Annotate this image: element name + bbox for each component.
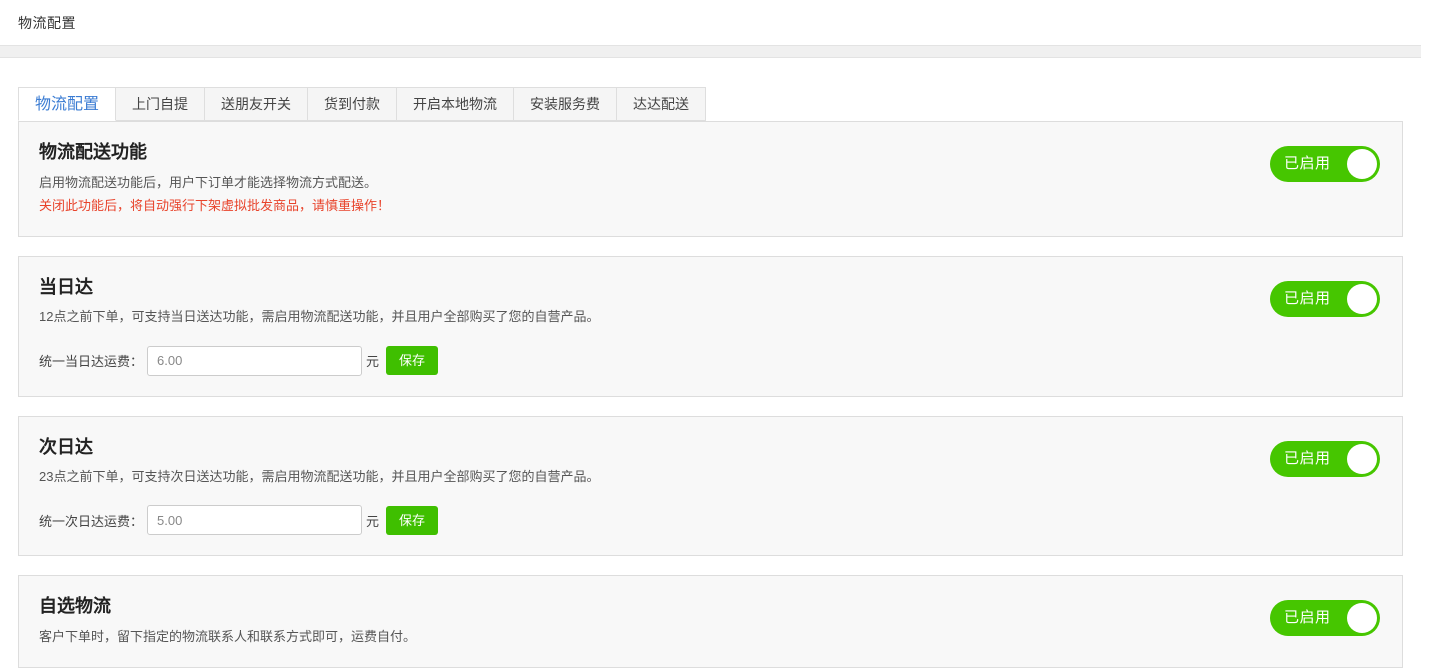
enable-toggle-knob[interactable] xyxy=(1347,149,1377,179)
main-container: 物流配置上门自提送朋友开关货到付款开启本地物流安装服务费达达配送 物流配送功能启… xyxy=(0,58,1421,668)
enable-toggle-label: 已启用 xyxy=(1284,281,1331,317)
tab-5[interactable]: 安装服务费 xyxy=(514,87,617,121)
tab-1[interactable]: 上门自提 xyxy=(116,87,205,121)
currency-unit-label: 元 xyxy=(366,511,379,530)
enable-toggle[interactable]: 已启用 xyxy=(1270,441,1380,477)
save-button[interactable]: 保存 xyxy=(386,506,438,535)
panel-content: 当日达 12点之前下单，可支持当日送达功能，需启用物流配送功能，并且用户全部购买了… xyxy=(39,277,1250,376)
settings-panel: 次日达 23点之前下单，可支持次日送达功能，需启用物流配送功能，并且用户全部购买了… xyxy=(18,416,1403,557)
panel-description: 23点之前下单，可支持次日送达功能，需启用物流配送功能，并且用户全部购买了您的自… xyxy=(39,467,1250,487)
tab-0[interactable]: 物流配置 xyxy=(18,87,116,121)
settings-panel-list: 物流配送功能启用物流配送功能后，用户下订单才能选择物流方式配送。关闭此功能后，将… xyxy=(0,121,1421,668)
shipping-fee-row: 统一次日达运费： 元保存 xyxy=(39,505,1250,535)
page-title: 物流配置 xyxy=(18,13,76,33)
tab-2[interactable]: 送朋友开关 xyxy=(205,87,308,121)
enable-toggle-knob[interactable] xyxy=(1347,284,1377,314)
shipping-fee-input[interactable] xyxy=(147,346,362,376)
panel-title: 自选物流 xyxy=(39,596,1250,618)
enable-toggle[interactable]: 已启用 xyxy=(1270,281,1380,317)
panel-title: 当日达 xyxy=(39,277,1250,299)
tab-4[interactable]: 开启本地物流 xyxy=(397,87,514,121)
panel-content: 自选物流客户下单时，留下指定的物流联系人和联系方式即可，运费自付。 xyxy=(39,596,1250,647)
enable-toggle-knob[interactable] xyxy=(1347,444,1377,474)
enable-toggle-label: 已启用 xyxy=(1284,441,1331,477)
tab-strip: 物流配置上门自提送朋友开关货到付款开启本地物流安装服务费达达配送 xyxy=(0,58,1421,121)
panel-description: 12点之前下单，可支持当日送达功能，需启用物流配送功能，并且用户全部购买了您的自… xyxy=(39,307,1250,327)
enable-toggle-label: 已启用 xyxy=(1284,146,1331,182)
panel-title: 物流配送功能 xyxy=(39,142,1250,164)
section-separator xyxy=(0,45,1421,58)
panel-description: 启用物流配送功能后，用户下订单才能选择物流方式配送。 xyxy=(39,173,1250,193)
save-button[interactable]: 保存 xyxy=(386,346,438,375)
enable-toggle-label: 已启用 xyxy=(1284,600,1331,636)
tab-6[interactable]: 达达配送 xyxy=(617,87,706,121)
settings-panel: 物流配送功能启用物流配送功能后，用户下订单才能选择物流方式配送。关闭此功能后，将… xyxy=(18,121,1403,237)
enable-toggle[interactable]: 已启用 xyxy=(1270,146,1380,182)
shipping-fee-label: 统一当日达运费： xyxy=(39,351,143,370)
shipping-fee-row: 统一当日达运费： 元保存 xyxy=(39,346,1250,376)
shipping-fee-label: 统一次日达运费： xyxy=(39,511,143,530)
shipping-fee-input[interactable] xyxy=(147,505,362,535)
enable-toggle[interactable]: 已启用 xyxy=(1270,600,1380,636)
currency-unit-label: 元 xyxy=(366,351,379,370)
settings-panel: 自选物流客户下单时，留下指定的物流联系人和联系方式即可，运费自付。已启用 xyxy=(18,575,1403,668)
page-titlebar: 物流配置 xyxy=(0,0,1433,45)
panel-title: 次日达 xyxy=(39,437,1250,459)
panel-warning-text: 关闭此功能后，将自动强行下架虚拟批发商品，请慎重操作！ xyxy=(39,196,1250,216)
enable-toggle-knob[interactable] xyxy=(1347,603,1377,633)
panel-content: 物流配送功能启用物流配送功能后，用户下订单才能选择物流方式配送。关闭此功能后，将… xyxy=(39,142,1250,216)
panel-content: 次日达 23点之前下单，可支持次日送达功能，需启用物流配送功能，并且用户全部购买了… xyxy=(39,437,1250,536)
panel-description: 客户下单时，留下指定的物流联系人和联系方式即可，运费自付。 xyxy=(39,627,1250,647)
tab-3[interactable]: 货到付款 xyxy=(308,87,397,121)
settings-panel: 当日达 12点之前下单，可支持当日送达功能，需启用物流配送功能，并且用户全部购买了… xyxy=(18,256,1403,397)
